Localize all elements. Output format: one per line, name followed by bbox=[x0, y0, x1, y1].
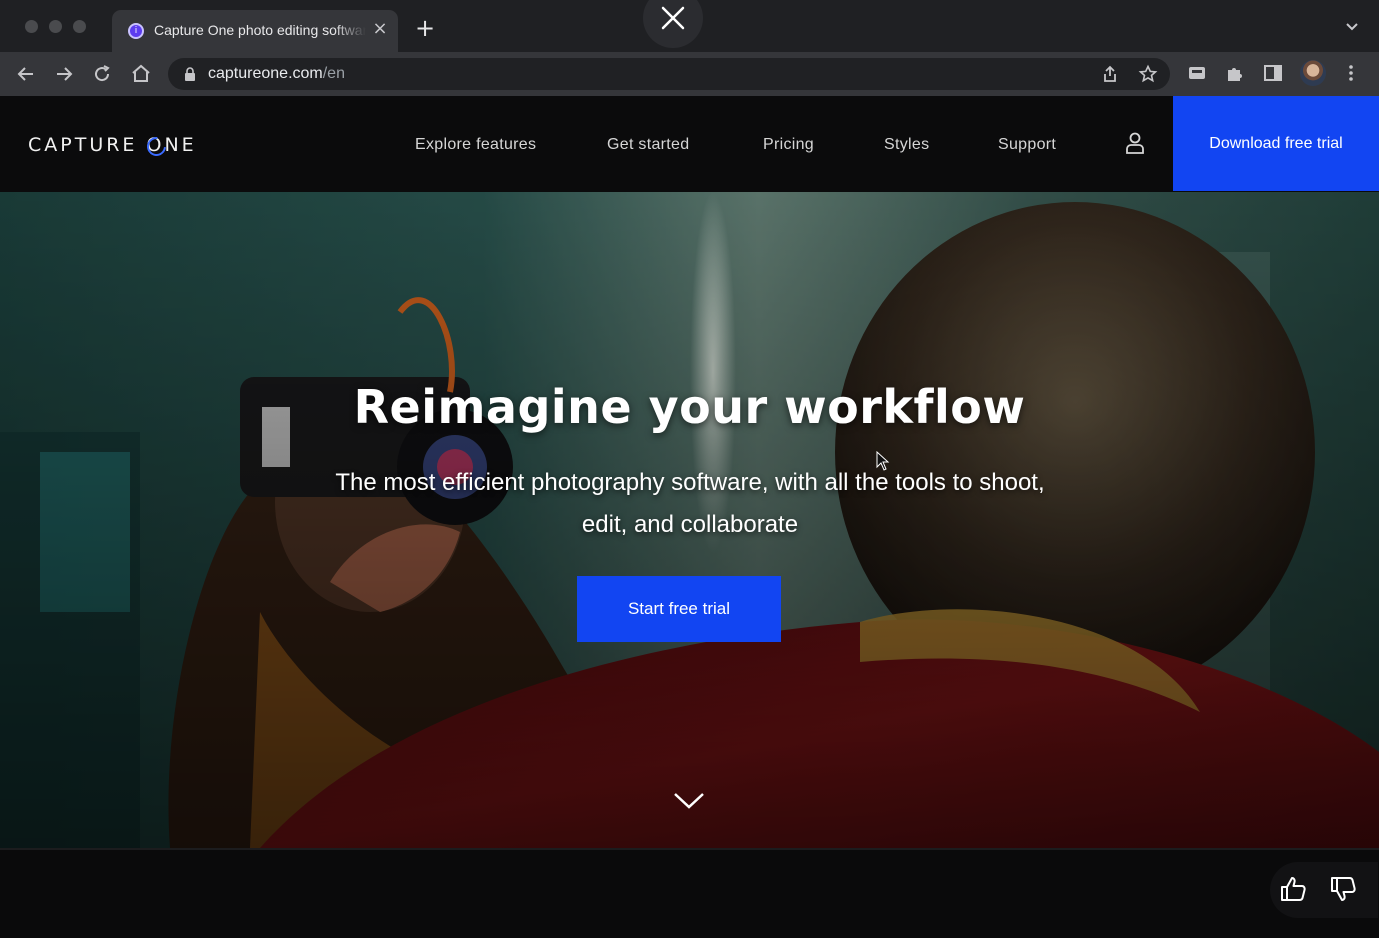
close-icon bbox=[661, 6, 685, 30]
hero-title: Reimagine your workflow bbox=[353, 380, 1026, 434]
url-text[interactable]: captureone.com/en bbox=[208, 65, 345, 83]
hero-subtitle: The most efficient photography software,… bbox=[335, 469, 1045, 538]
cast-icon[interactable] bbox=[1186, 62, 1208, 84]
thumbs-down-icon[interactable] bbox=[1328, 874, 1358, 904]
url-path: /en bbox=[322, 65, 345, 82]
mouse-cursor-icon bbox=[876, 451, 890, 471]
share-icon[interactable] bbox=[1100, 64, 1120, 84]
account-user-icon[interactable] bbox=[1124, 130, 1146, 156]
lock-icon[interactable] bbox=[184, 67, 196, 81]
window-close-dot[interactable] bbox=[25, 20, 38, 33]
url-domain: captureone.com bbox=[208, 65, 323, 82]
extensions-puzzle-icon[interactable] bbox=[1224, 62, 1246, 84]
nav-styles[interactable]: Styles bbox=[884, 136, 929, 154]
logo-text-capture: CAPTURE bbox=[28, 134, 147, 156]
more-vert-icon[interactable] bbox=[1340, 62, 1362, 84]
start-free-trial-button[interactable]: Start free trial bbox=[577, 576, 781, 642]
address-bar[interactable]: captureone.com/en bbox=[168, 58, 1170, 90]
profile-avatar[interactable] bbox=[1300, 60, 1326, 86]
back-arrow-icon[interactable] bbox=[14, 62, 38, 86]
forward-arrow-icon[interactable] bbox=[52, 62, 76, 86]
new-tab-icon[interactable]: + bbox=[414, 16, 436, 40]
nav-explore-features[interactable]: Explore features bbox=[415, 136, 536, 154]
logo-text-ne: NE bbox=[164, 134, 197, 156]
nav-pricing[interactable]: Pricing bbox=[763, 136, 814, 154]
window-zoom-dot[interactable] bbox=[73, 20, 86, 33]
scroll-down-chevron-icon[interactable] bbox=[672, 788, 706, 812]
capture-one-favicon-icon: i bbox=[128, 23, 144, 39]
nav-get-started[interactable]: Get started bbox=[607, 136, 689, 154]
bottom-bar bbox=[0, 848, 1379, 938]
hero-section: Reimagine your workflow The most efficie… bbox=[0, 192, 1379, 848]
window-minimize-dot[interactable] bbox=[49, 20, 62, 33]
tab-title: Capture One photo editing software bbox=[154, 22, 366, 38]
tab-search-chevron-icon[interactable] bbox=[1345, 20, 1359, 34]
home-icon[interactable] bbox=[129, 62, 153, 86]
reload-icon[interactable] bbox=[90, 62, 114, 86]
browser-tab-active[interactable]: i Capture One photo editing software × bbox=[112, 10, 398, 52]
logo-o: O bbox=[146, 134, 165, 156]
capture-one-logo[interactable]: CAPTURE ONE bbox=[28, 134, 197, 156]
overlay-close-button[interactable] bbox=[643, 0, 703, 48]
nav-support[interactable]: Support bbox=[998, 136, 1056, 154]
download-free-trial-button[interactable]: Download free trial bbox=[1173, 96, 1379, 191]
thumbs-up-icon[interactable] bbox=[1278, 874, 1308, 904]
bookmark-star-icon[interactable] bbox=[1138, 64, 1158, 84]
tab-close-icon[interactable]: × bbox=[370, 19, 390, 39]
side-panel-icon[interactable] bbox=[1262, 62, 1284, 84]
